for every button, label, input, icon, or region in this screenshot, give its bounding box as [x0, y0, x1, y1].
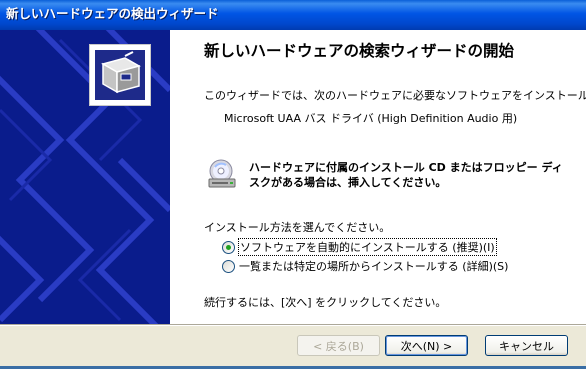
radio-selected-indicator[interactable] [222, 240, 235, 254]
wizard-window: 新しいハードウェアの検出ウィザード 新しいハードウェアの検索ウィザードの開始 こ… [0, 0, 586, 369]
radio-auto-install[interactable]: ソフトウェアを自動的にインストールする (推奨)(I) [222, 238, 497, 256]
device-name: Microsoft UAA バス ドライバ (High Definition A… [224, 112, 518, 125]
radio-auto-install-label[interactable]: ソフトウェアを自動的にインストールする (推奨)(I) [238, 238, 497, 256]
button-divider [0, 324, 586, 326]
install-method-label: インストール方法を選んでください。 [204, 221, 391, 234]
page-title: 新しいハードウェアの検索ウィザードの開始 [204, 42, 515, 60]
cd-drive-icon [208, 159, 236, 188]
wizard-content: 新しいハードウェアの検索ウィザードの開始 このウィザードでは、次のハードウェアに… [170, 30, 586, 324]
intro-text: このウィザードでは、次のハードウェアに必要なソフトウェアをインストールします: [204, 89, 586, 102]
radio-manual-install[interactable]: 一覧または特定の場所からインストールする (詳細)(S) [222, 258, 508, 274]
radio-unselected-indicator[interactable] [222, 259, 235, 273]
next-button[interactable]: 次へ(N) > [385, 335, 468, 356]
continue-instruction: 続行するには、[次へ] をクリックしてください。 [204, 296, 447, 309]
title-bar[interactable]: 新しいハードウェアの検出ウィザード [0, 0, 586, 30]
cd-prompt-text: ハードウェアに付属のインストール CD またはフロッピー ディスクがある場合は、… [249, 161, 563, 189]
cancel-button[interactable]: キャンセル [485, 335, 568, 356]
radio-manual-install-label[interactable]: 一覧または特定の場所からインストールする (詳細)(S) [239, 258, 508, 274]
hardware-wizard-icon [89, 44, 151, 106]
window-title: 新しいハードウェアの検出ウィザード [6, 6, 219, 21]
back-button[interactable]: < 戻る(B) [297, 335, 380, 356]
